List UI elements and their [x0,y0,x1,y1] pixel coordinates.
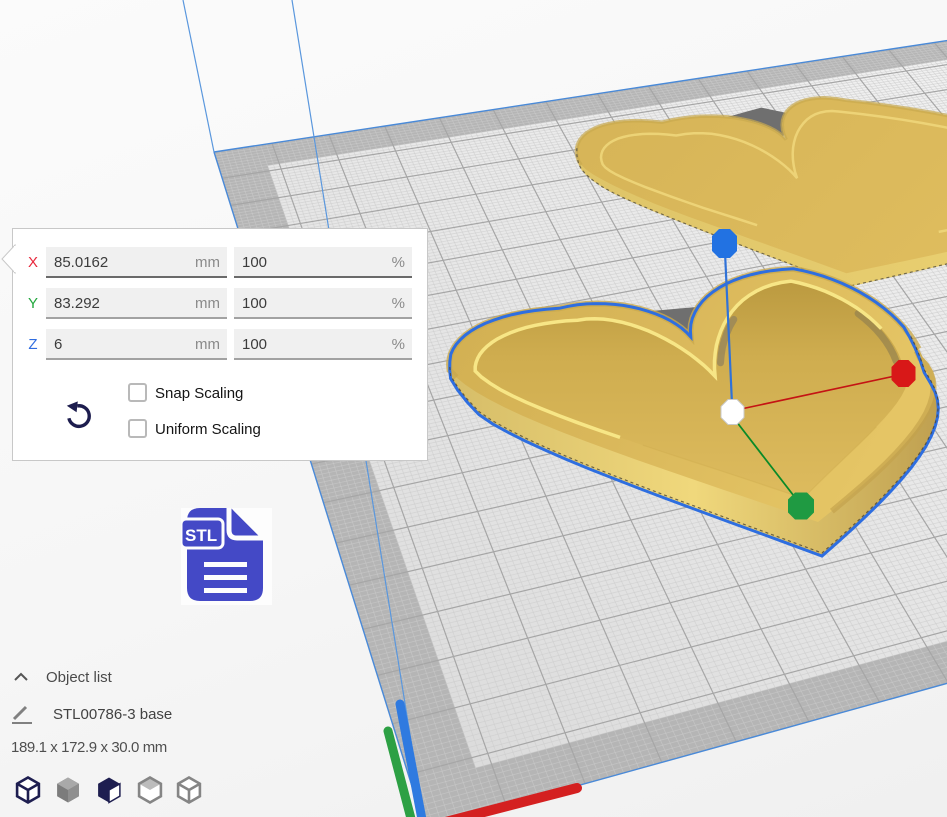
svg-text:STL: STL [185,526,217,545]
